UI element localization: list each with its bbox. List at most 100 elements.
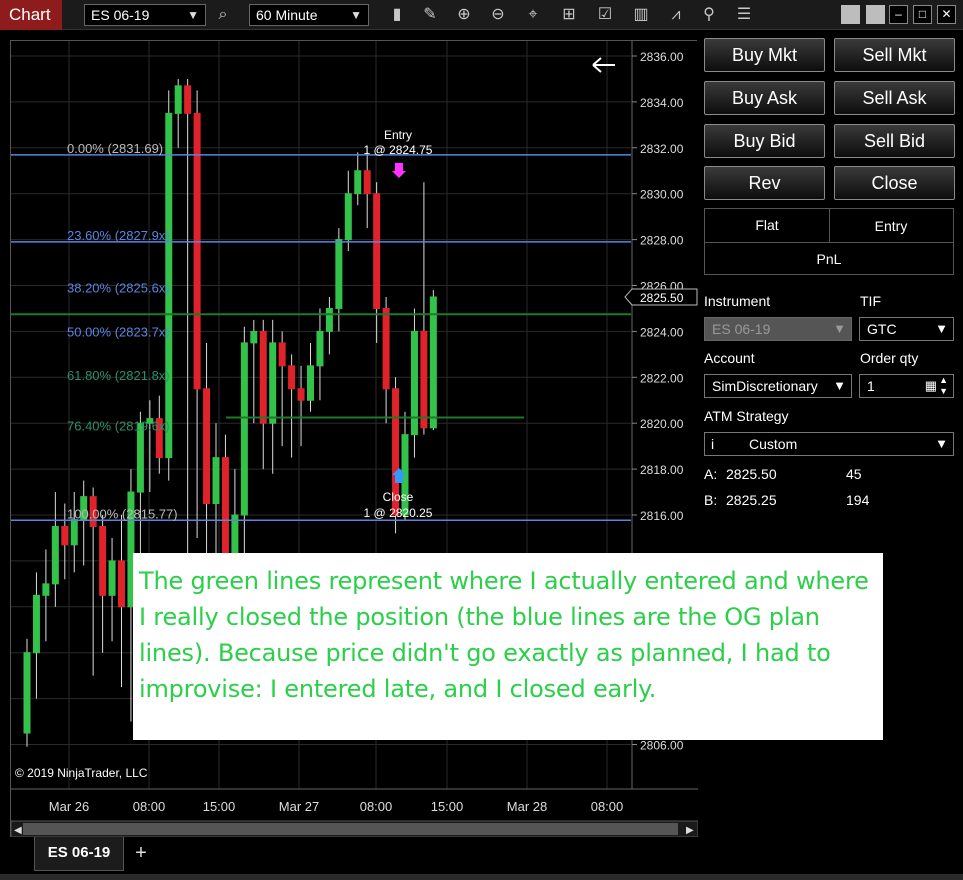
- bar-chart-icon[interactable]: ▮: [386, 4, 408, 26]
- scrollbar-thumb: [23, 823, 678, 835]
- sell-bid-button[interactable]: Sell Bid: [834, 124, 955, 158]
- data-box-icon[interactable]: ⊞: [558, 4, 580, 26]
- tif-select-value: GTC: [867, 321, 897, 337]
- ask-price: 2825.50: [726, 466, 777, 482]
- chevron-down-icon: ▼: [935, 321, 948, 336]
- add-tab-button[interactable]: +: [130, 841, 152, 865]
- tif-select[interactable]: GTC ▼: [859, 317, 954, 341]
- interval-selector[interactable]: 60 Minute ▼: [249, 4, 369, 26]
- bid-size: 194: [846, 492, 870, 508]
- chevron-down-icon: ▼: [350, 8, 362, 22]
- price-tick-label: 2818.00: [640, 463, 684, 477]
- zoom-out-icon[interactable]: ⊖: [487, 4, 509, 26]
- price-tick-label: 2830.00: [640, 188, 684, 202]
- candle-body: [288, 365, 296, 390]
- crosshair-icon[interactable]: ⌖: [522, 4, 544, 26]
- copyright-text: © 2019 NinjaTrader, LLC: [15, 766, 148, 780]
- rev-button[interactable]: Rev: [704, 166, 825, 200]
- sell-mkt-button[interactable]: Sell Mkt: [834, 38, 955, 72]
- account-select[interactable]: SimDiscretionary ▼: [704, 374, 852, 398]
- scroll-left-icon: ◀: [14, 825, 22, 836]
- atm-strategy-select[interactable]: i Custom ▼: [704, 432, 954, 456]
- list-icon[interactable]: ☰: [733, 4, 755, 26]
- time-tick-label: Mar 27: [279, 799, 319, 814]
- fib-label: 0.00% (2831.69): [67, 141, 163, 156]
- candle-body: [373, 193, 381, 309]
- price-tick-label: 2824.00: [640, 325, 684, 339]
- spinner-icon[interactable]: ▲ ▼: [939, 375, 948, 397]
- candle-body: [203, 388, 211, 505]
- chevron-down-icon: ▼: [187, 8, 199, 22]
- tab-es-06-19[interactable]: ES 06-19: [34, 837, 124, 871]
- instrument-field: ES 06-19 ▼: [704, 317, 852, 341]
- entry-marker-detail: 1 @ 2824.75: [364, 143, 433, 157]
- search-icon[interactable]: ⌕: [212, 4, 234, 26]
- time-tick-label: Mar 26: [49, 799, 89, 814]
- buy-bid-button[interactable]: Buy Bid: [704, 124, 825, 158]
- instrument-selector-value: ES 06-19: [91, 7, 150, 23]
- strategies-icon[interactable]: ▥: [630, 4, 652, 26]
- candle-body: [174, 85, 182, 114]
- instrument-selector[interactable]: ES 06-19 ▼: [84, 4, 206, 26]
- candle-body: [108, 560, 116, 596]
- price-tick-label: 2822.00: [640, 371, 684, 385]
- price-tick-label: 2816.00: [640, 509, 684, 523]
- window-option-button[interactable]: [841, 5, 860, 24]
- candle-body: [316, 330, 324, 367]
- candle-body: [32, 594, 40, 654]
- tif-label: TIF: [860, 293, 881, 309]
- price-tick-label: 2820.00: [640, 417, 684, 431]
- annotation-text: The green lines represent where I actual…: [139, 567, 869, 703]
- close-window-button[interactable]: ✕: [937, 5, 956, 24]
- ask-size: 45: [846, 466, 862, 482]
- templates-icon[interactable]: ⚲: [698, 4, 720, 26]
- pencil-icon[interactable]: ✎: [419, 4, 441, 26]
- candle-body: [250, 330, 258, 344]
- zoom-in-icon[interactable]: ⊕: [453, 4, 475, 26]
- chevron-down-icon: ▼: [833, 378, 846, 393]
- candle-body: [335, 239, 343, 309]
- atm-strategy-label: ATM Strategy: [704, 408, 789, 424]
- close-position-button[interactable]: Close: [834, 166, 955, 200]
- candle-body: [136, 422, 144, 493]
- candle-body: [344, 193, 352, 241]
- fib-label: 100.00% (2815.77): [67, 506, 178, 521]
- position-entry: Entry: [874, 218, 908, 234]
- fib-label: 50.00% (2823.7x): [67, 324, 170, 339]
- candle-body: [61, 525, 69, 546]
- buy-mkt-button[interactable]: Buy Mkt: [704, 38, 825, 72]
- maximize-button[interactable]: □: [913, 5, 932, 24]
- entry-marker-title: Entry: [384, 128, 412, 142]
- price-tick-label: 2836.00: [640, 50, 684, 64]
- current-price-label: 2825.50: [640, 291, 684, 305]
- chart-toolbar: Chart ES 06-19 ▼ ⌕ 60 Minute ▼ ▮ ✎ ⊕ ⊖ ⌖…: [0, 0, 963, 30]
- sell-ask-button[interactable]: Sell Ask: [834, 81, 955, 115]
- order-qty-label: Order qty: [860, 350, 919, 366]
- chevron-down-icon: ▼: [833, 321, 846, 336]
- order-qty-input[interactable]: 1 ▦ ▲ ▼: [859, 374, 954, 398]
- fib-label: 23.60% (2827.9x): [67, 228, 170, 243]
- info-icon[interactable]: i: [711, 433, 714, 455]
- candle-body: [118, 560, 125, 608]
- calculator-icon[interactable]: ▦: [925, 375, 937, 397]
- close-marker-detail: 1 @ 2820.25: [364, 506, 433, 520]
- candle-body: [259, 330, 267, 424]
- window-option-button-2[interactable]: [866, 5, 885, 24]
- indicators-icon[interactable]: ⩘: [665, 4, 687, 26]
- instrument-label: Instrument: [704, 293, 771, 309]
- annotation-box: The green lines represent where I actual…: [133, 553, 883, 740]
- account-select-value: SimDiscretionary: [712, 378, 818, 394]
- candle-body: [42, 583, 50, 596]
- time-tick-label: 15:00: [203, 799, 236, 814]
- time-tick-label: Mar 28: [507, 799, 547, 814]
- divider: [705, 242, 953, 243]
- properties-icon[interactable]: ☑: [594, 4, 616, 26]
- candle-body: [23, 652, 31, 734]
- position-pnl: PnL: [816, 251, 842, 267]
- minimize-button[interactable]: –: [889, 5, 908, 24]
- status-strip: [0, 874, 963, 880]
- fib-label: 61.80% (2821.8x): [67, 368, 170, 383]
- candle-body: [325, 307, 333, 332]
- ask-label: A:: [704, 466, 718, 482]
- buy-ask-button[interactable]: Buy Ask: [704, 81, 825, 115]
